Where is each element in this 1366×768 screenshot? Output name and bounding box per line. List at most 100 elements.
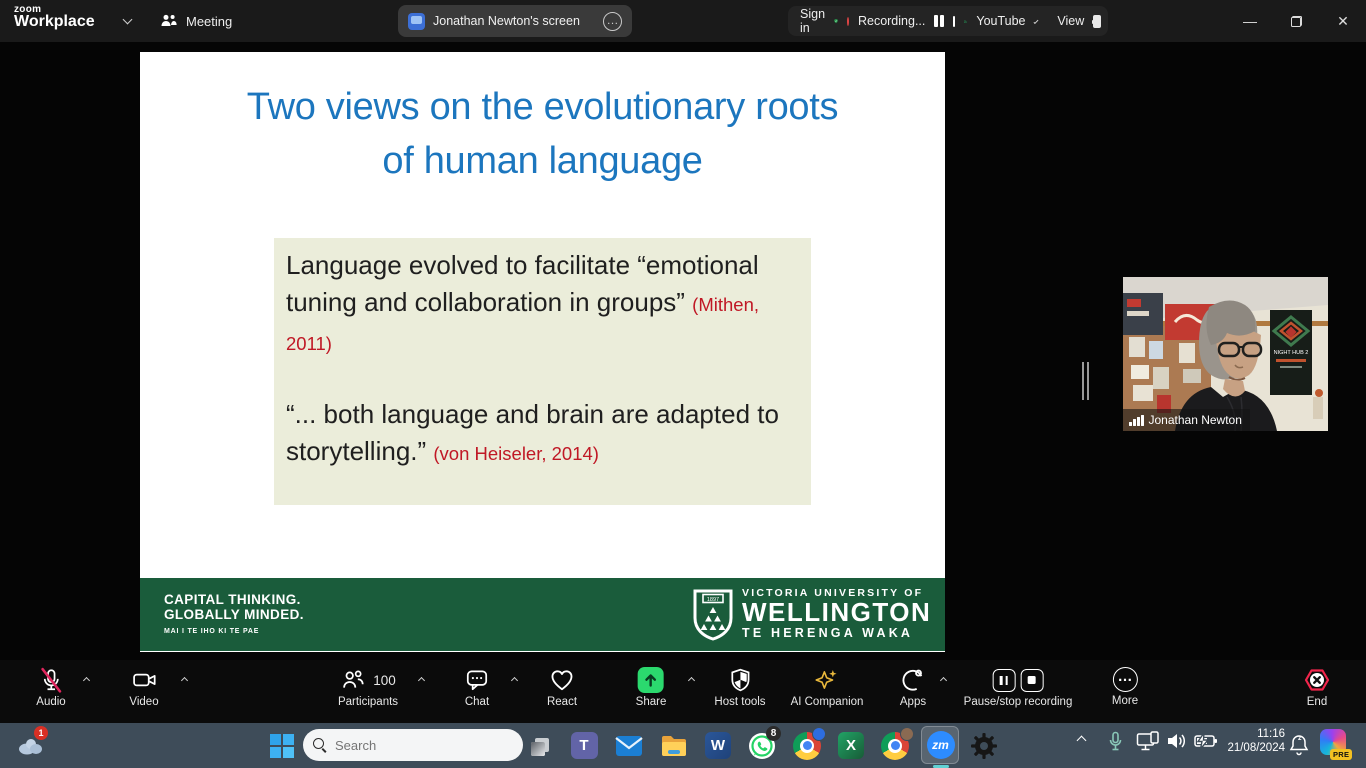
view-button[interactable]: View <box>1057 14 1084 28</box>
webcam-scene: NIGHT HUB 2 <box>1123 277 1328 431</box>
zoom-app-icon: zm <box>927 731 955 759</box>
stop-recording-button[interactable] <box>953 16 955 27</box>
university-shield-logo: 1897 <box>693 589 733 641</box>
more-button[interactable]: … More <box>1112 667 1138 707</box>
copilot-pre-badge: PRE <box>1330 749 1352 760</box>
excel-app-button[interactable]: X <box>835 730 867 762</box>
view-layout-icon[interactable] <box>1093 15 1096 28</box>
start-button[interactable] <box>266 730 298 762</box>
tab-options-icon[interactable]: … <box>603 12 622 31</box>
taskview-desktops-button[interactable] <box>524 730 556 762</box>
share-options-chevron[interactable] <box>688 677 695 684</box>
slide-quote-box: Language evolved to facilitate “emotiona… <box>274 238 811 505</box>
tab-meeting[interactable]: Meeting <box>160 0 232 42</box>
mail-envelope-icon <box>615 735 643 757</box>
chat-bubble-icon <box>464 667 490 693</box>
react-button[interactable]: React <box>547 667 577 708</box>
quote-mithen: Language evolved to facilitate “emotiona… <box>286 247 799 362</box>
ai-sparkle-icon <box>814 667 840 693</box>
sign-in-link[interactable]: Sign in <box>800 7 825 35</box>
participants-count: 100 <box>373 673 396 688</box>
windows-logo-icon <box>270 734 294 758</box>
notifications-bell-button[interactable]: z <box>1289 733 1309 757</box>
title-bar: zoom Workplace Meeting Jonathan Newton's… <box>0 0 1366 42</box>
chevron-down-icon[interactable] <box>1033 19 1038 24</box>
taskbar-search[interactable] <box>303 729 523 761</box>
chevron-down-icon[interactable] <box>123 15 133 25</box>
pause-recording-icon[interactable] <box>993 669 1016 692</box>
close-button[interactable]: ✕ <box>1326 0 1360 42</box>
whatsapp-button[interactable]: 8 <box>746 730 778 762</box>
search-input[interactable] <box>335 738 511 753</box>
file-explorer-button[interactable] <box>658 730 690 762</box>
excel-icon: X <box>838 732 864 759</box>
chrome-meet-button[interactable] <box>791 730 823 762</box>
zoom-workplace-menu[interactable]: zoom Workplace <box>14 4 95 31</box>
apps-options-chevron[interactable] <box>940 677 947 684</box>
participants-options-chevron[interactable] <box>418 677 425 684</box>
share-button[interactable]: Share <box>636 667 667 708</box>
date: 21/08/2024 <box>1205 741 1285 756</box>
sleep-z-glyph: z <box>1298 735 1302 742</box>
teams-app-button[interactable]: T <box>568 730 600 762</box>
youtube-stream-label[interactable]: YouTube <box>976 14 1025 28</box>
mail-app-button[interactable] <box>613 730 645 762</box>
participants-icon <box>340 667 366 693</box>
audio-button[interactable]: Audio <box>36 667 65 708</box>
citation-von-heiseler: (von Heiseler, 2014) <box>433 443 599 464</box>
university-tagline: CAPITAL THINKING. GLOBALLY MINDED. MAI I… <box>164 592 304 639</box>
recording-label: Recording... <box>858 14 925 28</box>
chat-options-chevron[interactable] <box>511 677 518 684</box>
taskbar-clock[interactable]: 11:16 21/08/2024 <box>1205 727 1285 756</box>
tray-volume-icon[interactable] <box>1166 731 1188 751</box>
security-shield-icon[interactable] <box>834 11 838 31</box>
apps-icon <box>900 667 926 693</box>
host-tools-shield-icon <box>727 667 753 693</box>
video-button[interactable]: Video <box>129 667 158 708</box>
tab-screen-share[interactable]: Jonathan Newton's screen … <box>398 5 632 37</box>
chrome-profile-button[interactable] <box>879 730 911 762</box>
folder-icon <box>660 734 688 758</box>
time: 11:16 <box>1205 727 1285 742</box>
search-icon <box>313 738 327 752</box>
participant-video-tile[interactable]: NIGHT HUB 2 Jonathan Newton <box>1123 277 1328 431</box>
word-app-button[interactable]: W <box>702 730 734 762</box>
pause-recording-button[interactable] <box>934 15 944 27</box>
zoom-app-button[interactable]: zm <box>921 726 959 764</box>
widgets-weather-button[interactable]: 1 <box>14 730 46 762</box>
minimize-button[interactable]: — <box>1233 0 1267 42</box>
presentation-slide: Two views on the evolutionary roots of h… <box>140 52 945 652</box>
meeting-toolbar: Audio Video 100 Participants <box>0 660 1366 723</box>
svg-text:1897: 1897 <box>707 597 719 603</box>
panel-resize-handle[interactable] <box>1082 362 1090 400</box>
word-icon: W <box>705 732 731 759</box>
chat-button[interactable]: Chat <box>464 667 490 708</box>
audio-options-chevron[interactable] <box>83 677 90 684</box>
ai-companion-button[interactable]: AI Companion <box>791 667 864 708</box>
participant-name-tag: Jonathan Newton <box>1123 409 1250 431</box>
stop-recording-icon[interactable] <box>1021 669 1044 692</box>
live-stream-icon <box>964 14 967 29</box>
zoom-workplace-window: zoom Workplace Meeting Jonathan Newton's… <box>0 0 1366 768</box>
end-meeting-button[interactable]: End <box>1304 667 1331 708</box>
restore-button[interactable] <box>1279 0 1313 42</box>
profile-avatar <box>900 727 914 741</box>
gear-icon <box>970 732 998 760</box>
tray-overflow-chevron[interactable] <box>1077 736 1087 746</box>
brand-workplace: Workplace <box>14 13 95 31</box>
apps-button[interactable]: Apps <box>900 667 926 708</box>
tray-cast-device-icon[interactable] <box>1136 731 1160 753</box>
recording-dot-icon <box>847 17 849 26</box>
teams-icon: T <box>571 732 598 759</box>
quote-von-heiseler: “... both language and brain are adapted… <box>286 396 799 472</box>
host-tools-button[interactable]: Host tools <box>714 667 765 708</box>
end-call-icon <box>1304 667 1331 693</box>
more-ellipsis-icon: … <box>1112 667 1137 692</box>
tray-microphone-icon[interactable] <box>1108 731 1123 753</box>
video-options-chevron[interactable] <box>181 677 188 684</box>
participants-button[interactable]: 100 Participants <box>338 667 398 708</box>
pause-stop-recording-button[interactable]: Pause/stop recording <box>964 667 1073 708</box>
connection-signal-icon <box>1129 415 1144 426</box>
tab-screen-share-label: Jonathan Newton's screen <box>433 14 580 28</box>
settings-button[interactable] <box>968 730 1000 762</box>
